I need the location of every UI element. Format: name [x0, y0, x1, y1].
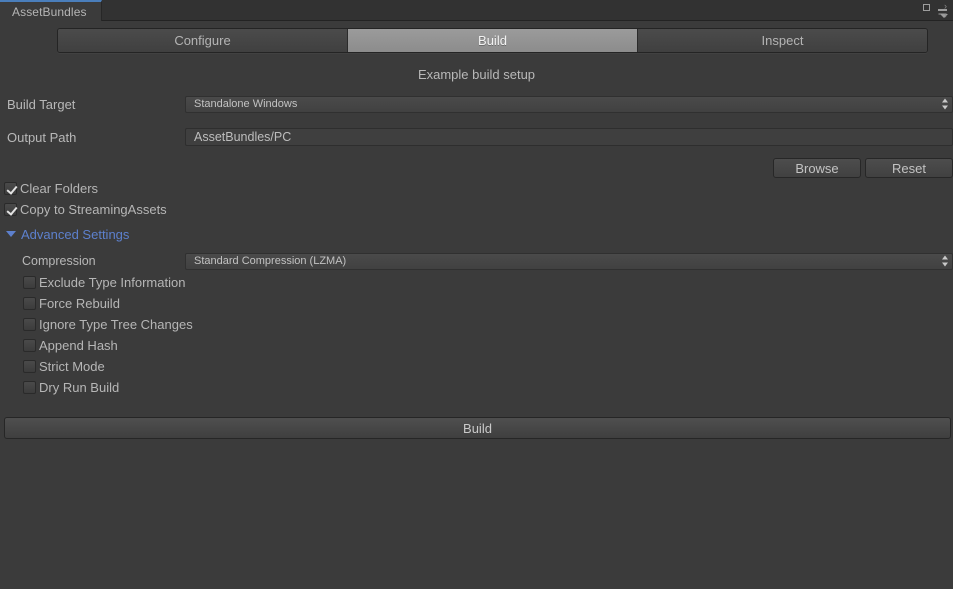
advanced-settings-foldout[interactable]: Advanced Settings [0, 223, 953, 245]
exclude-type-information-checkbox[interactable] [23, 276, 36, 289]
dry-run-build-label: Dry Run Build [39, 380, 120, 395]
build-target-dropdown[interactable]: Standalone Windows [185, 95, 953, 113]
build-button[interactable]: Build [4, 417, 951, 439]
compression-dropdown[interactable]: Standard Compression (LZMA) [185, 252, 953, 270]
compression-value: Standard Compression (LZMA) [194, 255, 347, 267]
ignore-type-tree-changes-label: Ignore Type Tree Changes [39, 317, 193, 332]
output-path-value: AssetBundles/PC [194, 130, 292, 144]
exclude-type-information-label: Exclude Type Information [39, 275, 186, 290]
toggle-copy-to-streamingassets[interactable]: Copy to StreamingAssets [0, 199, 953, 220]
copy-to-streamingassets-label: Copy to StreamingAssets [20, 202, 167, 217]
path-buttons-row: Browse Reset [0, 158, 953, 178]
append-hash-checkbox[interactable] [23, 339, 36, 352]
output-path-row: Output Path AssetBundles/PC [0, 126, 953, 148]
window-tab-label: AssetBundles [12, 4, 87, 19]
reset-button[interactable]: Reset [865, 158, 953, 178]
mode-tab-bar: Configure Build Inspect [57, 28, 928, 53]
build-setup-title: Example build setup [417, 67, 536, 82]
reset-button-label: Reset [892, 160, 926, 176]
browse-button-label: Browse [795, 160, 839, 176]
toggle-strict-mode[interactable]: Strict Mode [0, 356, 953, 377]
triangle-down-icon [6, 231, 16, 237]
browse-button[interactable]: Browse [773, 158, 861, 178]
strict-mode-label: Strict Mode [39, 359, 105, 374]
toggle-clear-folders[interactable]: Clear Folders [0, 178, 953, 199]
tab-configure[interactable]: Configure [58, 29, 348, 52]
assetbundles-editor-window: AssetBundles › › Configure Build Inspect … [0, 0, 953, 589]
tab-configure-label: Configure [174, 33, 231, 48]
build-target-row: Build Target Standalone Windows [0, 93, 953, 115]
resize-corner-icon: › › [944, 2, 947, 20]
tab-inspect-label: Inspect [761, 33, 804, 48]
compression-label: Compression [22, 254, 96, 268]
window-content: Configure Build Inspect Example build se… [0, 28, 953, 439]
build-target-label: Build Target [7, 96, 76, 112]
toggle-exclude-type-information[interactable]: Exclude Type Information [0, 272, 953, 293]
dry-run-build-checkbox[interactable] [23, 381, 36, 394]
chevron-updown-icon [942, 98, 949, 111]
force-rebuild-label: Force Rebuild [39, 296, 120, 311]
strict-mode-checkbox[interactable] [23, 360, 36, 373]
tab-inspect[interactable]: Inspect [638, 29, 927, 52]
compression-row: Compression Standard Compression (LZMA) [0, 250, 953, 272]
build-target-value: Standalone Windows [194, 98, 298, 110]
toggle-append-hash[interactable]: Append Hash [0, 335, 953, 356]
build-button-label: Build [463, 420, 492, 436]
output-path-label: Output Path [7, 129, 77, 145]
toggle-dry-run-build[interactable]: Dry Run Build [0, 377, 953, 398]
copy-to-streamingassets-checkbox[interactable] [4, 203, 17, 216]
clear-folders-checkbox[interactable] [4, 182, 17, 195]
window-tabstrip: AssetBundles › › [0, 0, 953, 21]
chevron-updown-icon [942, 255, 949, 268]
advanced-settings-label: Advanced Settings [21, 226, 130, 242]
clear-folders-label: Clear Folders [20, 181, 99, 196]
window-tab-assetbundles[interactable]: AssetBundles [0, 0, 102, 21]
lock-icon[interactable] [921, 1, 934, 14]
toggle-force-rebuild[interactable]: Force Rebuild [0, 293, 953, 314]
force-rebuild-checkbox[interactable] [23, 297, 36, 310]
append-hash-label: Append Hash [39, 338, 118, 353]
tab-build[interactable]: Build [348, 29, 638, 52]
toggle-ignore-type-tree-changes[interactable]: Ignore Type Tree Changes [0, 314, 953, 335]
ignore-type-tree-changes-checkbox[interactable] [23, 318, 36, 331]
output-path-input[interactable]: AssetBundles/PC [185, 128, 953, 146]
tab-build-label: Build [478, 33, 507, 48]
